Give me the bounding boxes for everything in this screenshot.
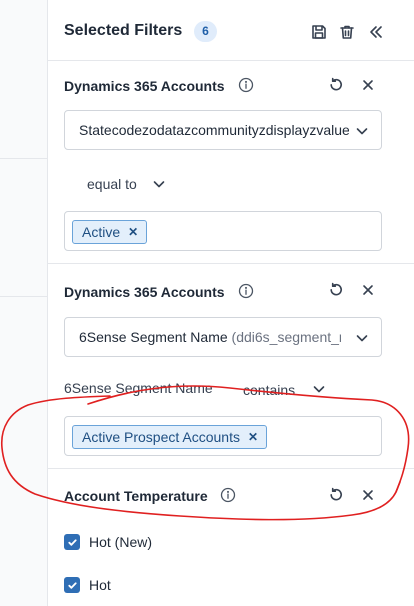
reset-filter-button[interactable]	[325, 484, 347, 506]
reset-filter-button[interactable]	[325, 74, 347, 96]
background-pane	[0, 0, 47, 606]
value-chip: Active Prospect Accounts ✕	[72, 425, 268, 449]
panel-header: Selected Filters 6	[48, 0, 414, 61]
chevron-down-icon[interactable]	[312, 382, 326, 396]
delete-all-button[interactable]	[336, 21, 358, 43]
value-input[interactable]: Active ✕	[64, 211, 382, 251]
checkbox-option-hot-new[interactable]: Hot (New)	[64, 534, 152, 550]
info-icon	[238, 77, 254, 93]
check-icon	[67, 538, 77, 546]
save-icon	[312, 25, 326, 39]
chip-label: Active	[82, 224, 121, 240]
checkbox[interactable]	[64, 534, 80, 550]
remove-filter-button[interactable]	[357, 279, 379, 301]
remove-chip-icon[interactable]: ✕	[248, 431, 258, 443]
remove-chip-icon[interactable]: ✕	[128, 226, 138, 238]
info-icon	[220, 487, 236, 503]
field-select-value: Statecodezodatazcommunityzdisplayzvalue	[79, 122, 349, 138]
collapse-icon	[370, 26, 382, 38]
chevron-down-icon	[356, 335, 368, 342]
filter-title: Dynamics 365 Accounts	[64, 284, 225, 300]
close-icon	[363, 80, 373, 90]
check-icon	[67, 581, 77, 589]
operator-dropdown[interactable]: contains	[243, 382, 295, 398]
reset-filter-button[interactable]	[325, 279, 347, 301]
close-icon	[363, 285, 373, 295]
chevron-down-icon	[356, 128, 368, 135]
filter-section: Dynamics 365 Accounts Statecodezodatazco…	[48, 61, 414, 264]
field-api-name: (ddi6s_segment_name)	[231, 329, 341, 345]
collapse-panel-button[interactable]	[365, 21, 387, 43]
trash-icon	[340, 25, 354, 39]
info-icon	[238, 283, 254, 299]
remove-filter-button[interactable]	[357, 484, 379, 506]
filter-section: Account Temperature Hot (New) Hot	[48, 469, 414, 606]
checkbox-option-hot[interactable]: Hot	[64, 577, 111, 593]
chevron-down-icon[interactable]	[152, 177, 166, 191]
value-input[interactable]: Active Prospect Accounts ✕	[64, 416, 382, 456]
filter-title: Account Temperature	[64, 488, 208, 504]
close-icon	[363, 490, 373, 500]
checkbox-label: Hot	[89, 577, 111, 593]
operator-dropdown[interactable]: equal to	[87, 176, 137, 192]
field-name: 6Sense Segment Name	[79, 329, 228, 345]
divider	[0, 158, 47, 159]
checkbox-label: Hot (New)	[89, 534, 153, 550]
reset-icon	[330, 77, 342, 91]
field-select[interactable]: Statecodezodatazcommunityzdisplayzvalue	[64, 110, 382, 150]
checkbox[interactable]	[64, 577, 80, 593]
chip-label: Active Prospect Accounts	[82, 429, 240, 445]
filter-section: Dynamics 365 Accounts 6Sense Segment Nam…	[48, 264, 414, 469]
selected-filters-panel: Selected Filters 6 Dynamics 365 Accounts…	[47, 0, 414, 606]
value-chip: Active ✕	[72, 220, 148, 244]
save-button[interactable]	[308, 21, 330, 43]
divider	[0, 296, 47, 297]
filter-count-badge: 6	[194, 21, 217, 42]
field-select-value: 6Sense Segment Name (ddi6s_segment_name)	[79, 329, 341, 345]
reset-icon	[330, 487, 342, 501]
panel-title: Selected Filters	[64, 22, 183, 39]
reset-icon	[330, 282, 342, 296]
remove-filter-button[interactable]	[357, 74, 379, 96]
filter-title: Dynamics 365 Accounts	[64, 78, 225, 94]
field-select[interactable]: 6Sense Segment Name (ddi6s_segment_name)	[64, 317, 382, 357]
operator-field-label: 6Sense Segment Name	[64, 380, 213, 396]
